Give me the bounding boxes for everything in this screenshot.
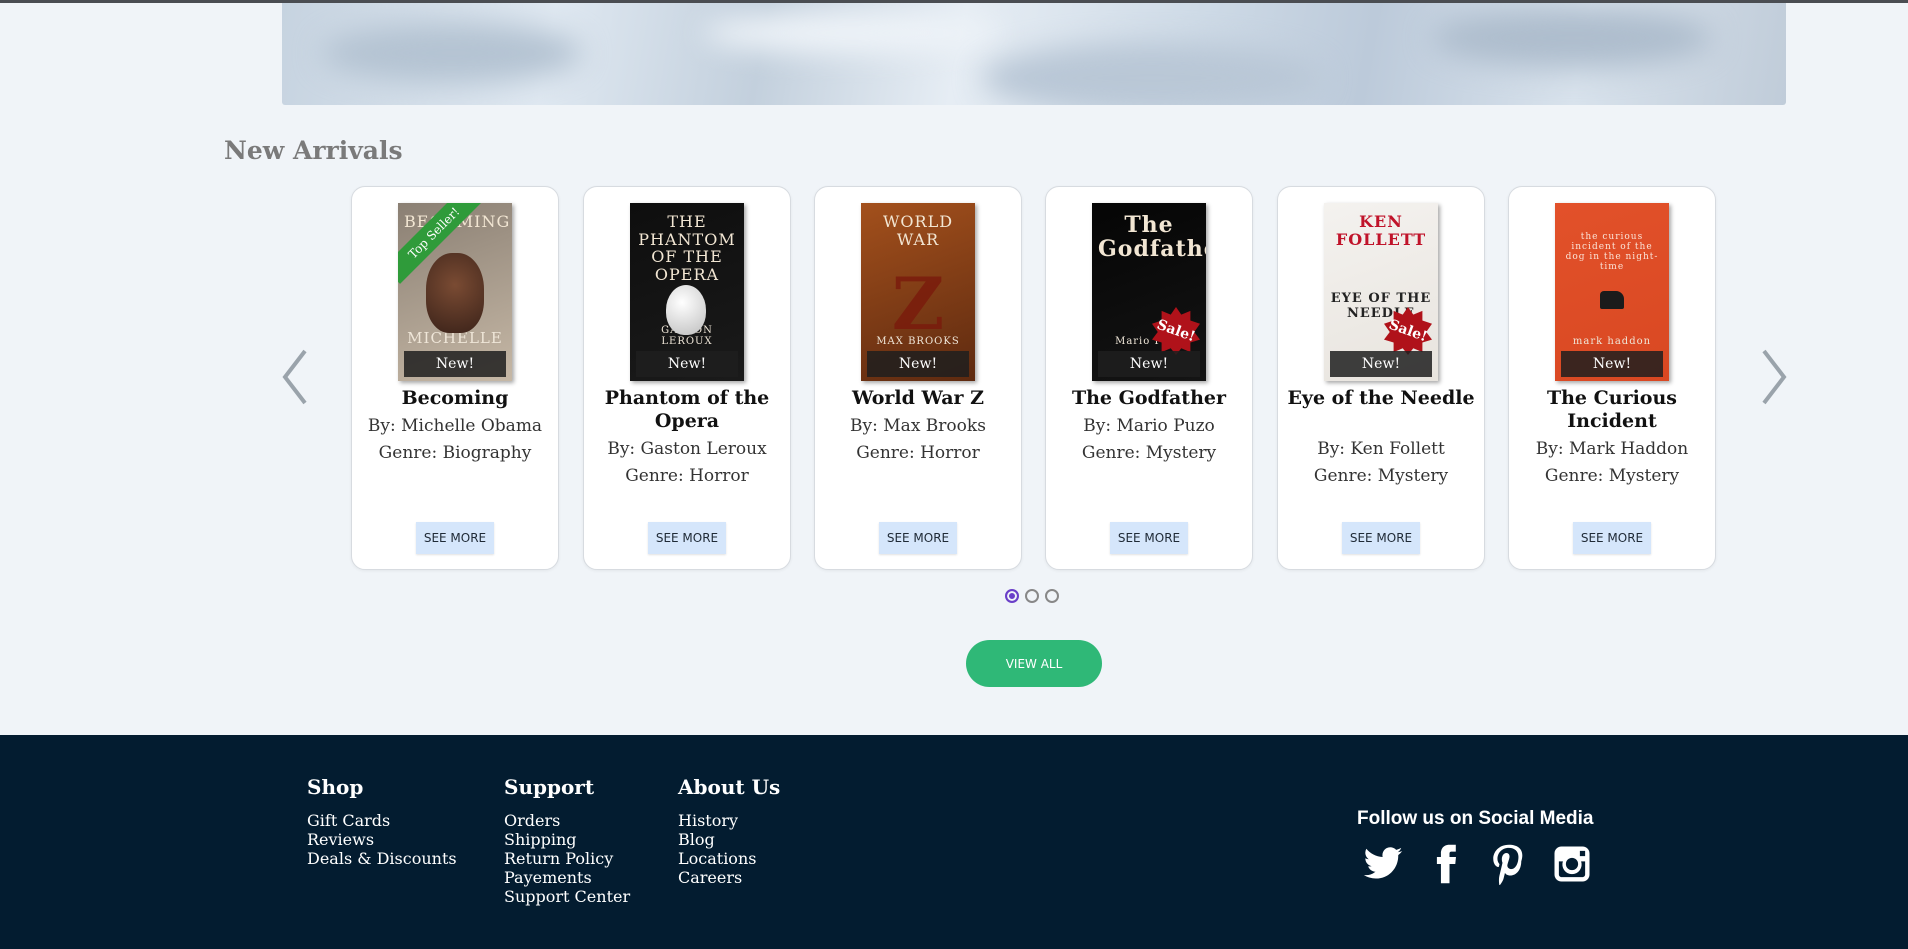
book-card[interactable]: The GodfatherMario PuzoSale!New!The Godf… [1045,186,1253,570]
footer-link[interactable]: Careers [678,868,780,887]
footer-column-shop: Shop Gift Cards Reviews Deals & Discount… [307,775,457,868]
cover-title-text: THE PHANTOM OF THE OPERA [638,212,736,284]
sale-badge: Sale! [1384,307,1432,355]
sale-badge: Sale! [1152,307,1200,355]
twitter-icon[interactable] [1362,843,1404,885]
book-cover[interactable]: WORLD WAR MAX BROOKS Z New! [861,203,975,381]
carousel-prev-button[interactable] [277,345,317,409]
footer-column-support: Support Orders Shipping Return Policy Pa… [504,775,630,906]
footer-link[interactable]: Shipping [504,830,630,849]
chevron-left-icon [282,349,307,405]
carousel-next-button[interactable] [1752,345,1792,409]
view-all-button[interactable]: VIEW ALL [966,640,1102,687]
see-more-button[interactable]: SEE MORE [648,522,726,554]
facebook-icon[interactable] [1425,843,1467,885]
book-genre: Genre: Mystery [1544,466,1680,486]
book-card[interactable]: THE PHANTOM OF THE OPERAGASTON LEROUXNew… [583,186,791,570]
pinterest-icon[interactable] [1488,843,1530,886]
site-footer: Shop Gift Cards Reviews Deals & Discount… [0,735,1908,949]
new-badge: New! [404,351,506,377]
footer-link[interactable]: Orders [504,811,630,830]
section-title: New Arrivals [224,136,403,165]
book-genre: Genre: Biography [378,443,532,463]
pagination-dot-3[interactable] [1045,589,1059,603]
book-cover[interactable]: THE PHANTOM OF THE OPERAGASTON LEROUXNew… [630,203,744,381]
book-title: Eye of the Needle [1287,387,1475,409]
see-more-button[interactable]: SEE MORE [879,522,957,554]
footer-heading: About Us [678,775,781,799]
social-title: Follow us on Social Media [1357,808,1594,829]
book-cover[interactable]: BECOMINGMICHELLETop Seller!New! [398,203,512,381]
footer-link[interactable]: Support Center [504,887,630,906]
see-more-button[interactable]: SEE MORE [1573,522,1651,554]
see-more-button[interactable]: SEE MORE [416,522,494,554]
footer-link[interactable]: Payements [504,868,630,887]
portrait-image [426,253,484,333]
carousel-pagination [1005,589,1059,603]
book-title: World War Z [851,387,985,409]
world-war-z-letter: Z [891,261,945,346]
book-genre: Genre: Mystery [1313,466,1449,486]
see-more-button[interactable]: SEE MORE [1342,522,1420,554]
new-badge: New! [1330,351,1432,377]
book-genre: Genre: Horror [625,466,749,486]
book-card[interactable]: WORLD WAR MAX BROOKS Z New! World War Z By: M… [814,186,1022,570]
footer-link[interactable]: Gift Cards [307,811,457,830]
instagram-icon[interactable] [1551,843,1593,885]
footer-link[interactable]: Locations [678,849,780,868]
new-badge: New! [1098,351,1200,377]
book-cover[interactable]: The GodfatherMario PuzoSale!New! [1092,203,1206,381]
book-card[interactable]: BECOMINGMICHELLETop Seller!New! Becoming B… [351,186,559,570]
footer-link[interactable]: History [678,811,780,830]
cover-title-text: the curious incident of the dog in the n… [1565,232,1659,272]
cover-title-text: The Godfather [1098,212,1206,263]
book-author: By: Michelle Obama [367,416,543,436]
book-title: Becoming [401,387,509,409]
hero-banner [282,3,1786,105]
dog-silhouette-image [1600,291,1624,309]
book-card[interactable]: KEN FOLLETT EYE OF THE NEEDLE Sale! New! Eye… [1277,186,1485,570]
book-title: The Curious Incident [1546,387,1677,432]
footer-heading: Shop [307,775,364,799]
cover-title-text: KEN FOLLETT [1335,212,1427,249]
see-more-button[interactable]: SEE MORE [1110,522,1188,554]
new-badge: New! [1561,351,1663,377]
book-genre: Genre: Horror [856,443,980,463]
cover-title-text: WORLD WAR [882,212,954,249]
pagination-dot-2[interactable] [1025,589,1039,603]
footer-column-about: About Us History Blog Locations Careers [678,775,780,887]
footer-link[interactable]: Deals & Discounts [307,849,457,868]
footer-link[interactable]: Reviews [307,830,457,849]
book-cover[interactable]: KEN FOLLETT EYE OF THE NEEDLE Sale! New! [1324,203,1438,381]
footer-link[interactable]: Return Policy [504,849,630,868]
book-genre: Genre: Mystery [1081,443,1217,463]
book-author: By: Gaston Leroux [607,439,767,459]
book-author: By: Mark Haddon [1535,439,1689,459]
book-author: By: Ken Follett [1317,439,1445,459]
book-card[interactable]: the curious incident of the dog in the n… [1508,186,1716,570]
new-badge: New! [636,351,738,377]
book-author: By: Max Brooks [850,416,986,436]
pagination-dot-1[interactable] [1005,589,1019,603]
book-cover[interactable]: the curious incident of the dog in the n… [1555,203,1669,381]
footer-heading: Support [504,775,595,799]
chevron-right-icon [1762,349,1787,405]
footer-link[interactable]: Blog [678,830,780,849]
book-title: Phantom of the Opera [604,387,770,432]
phantom-mask-image [666,285,706,335]
new-badge: New! [867,351,969,377]
cover-author-text: mark haddon [1572,336,1652,347]
book-title: The Godfather [1071,387,1226,409]
book-author: By: Mario Puzo [1083,416,1215,436]
